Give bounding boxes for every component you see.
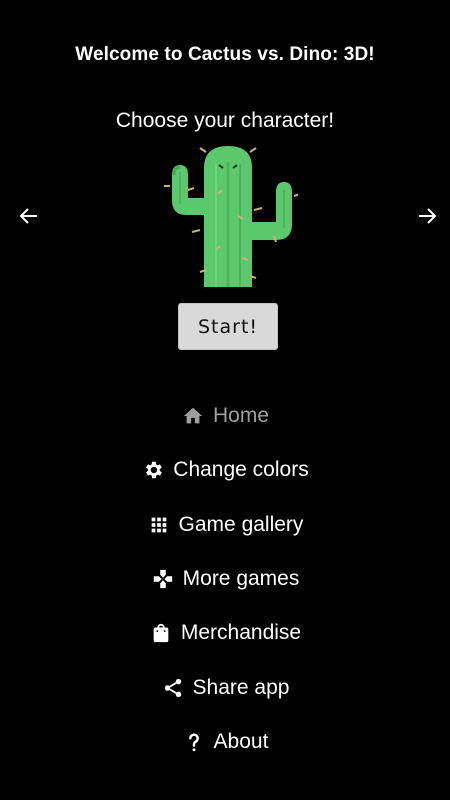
gamepad-icon [151,567,175,591]
menu-item-label: Game gallery [178,512,304,536]
page-title: Welcome to Cactus vs. Dino: 3D! [75,44,375,65]
shopping-bag-icon [149,621,173,645]
arrow-right-icon [419,208,437,224]
question-icon [182,730,206,754]
menu-item-label: More games [182,567,300,591]
home-icon [181,404,205,428]
gear-icon [141,458,165,482]
menu-item-label: Change colors [173,458,309,482]
next-character-button[interactable] [412,201,442,231]
menu-item-share-app[interactable]: Share app [0,660,450,714]
menu-item-label: Share app [192,675,290,699]
main-menu: Home Change colors Game gallery More gam… [0,389,450,769]
menu-item-more-games[interactable]: More games [0,552,450,606]
menu-item-label: Merchandise [180,621,302,645]
menu-item-change-colors[interactable]: Change colors [0,443,450,497]
grid-icon [147,513,171,537]
menu-item-game-gallery[interactable]: Game gallery [0,498,450,552]
share-icon [161,676,185,700]
menu-item-label: About [213,729,269,753]
character-prompt: Choose your character! [115,109,335,132]
arrow-left-icon [19,208,37,224]
menu-item-label: Home [212,404,270,428]
previous-character-button[interactable] [14,201,44,231]
menu-item-home[interactable]: Home [0,389,450,443]
menu-item-merchandise[interactable]: Merchandise [0,606,450,660]
cactus-character-image [164,146,298,287]
start-button[interactable]: Start! [178,303,278,350]
menu-item-about[interactable]: About [0,715,450,769]
